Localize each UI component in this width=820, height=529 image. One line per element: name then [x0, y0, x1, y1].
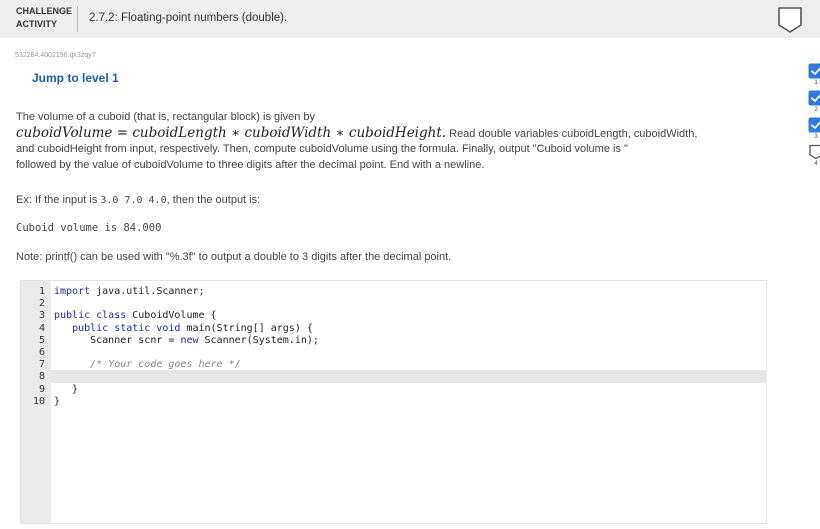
- sample-output: Cuboid volume is 84.000: [16, 222, 162, 234]
- code-text: main(String[] args) {: [180, 322, 313, 334]
- code-line[interactable]: import java.util.Scanner;: [54, 286, 205, 297]
- activity-type-line2: ACTIVITY: [16, 19, 58, 29]
- line-number: 6: [38, 347, 45, 358]
- active-line-highlight: [51, 370, 767, 383]
- level-number: 1: [814, 80, 818, 86]
- prompt-intro: The volume of a cuboid (that is, rectang…: [16, 111, 315, 123]
- code-keyword: import: [54, 286, 91, 297]
- example-line: Ex: If the input is 3.0 7.0 4.0, then th…: [16, 194, 260, 206]
- code-line[interactable]: }: [54, 396, 60, 407]
- header-divider: [77, 6, 78, 32]
- example-input: 3.0 7.0 4.0: [100, 195, 167, 206]
- code-keyword: public static void: [72, 322, 181, 334]
- code-editor[interactable]: 1 import java.util.Scanner; 2 3 public class…: [20, 280, 767, 524]
- line-number: 10: [32, 395, 45, 407]
- line-number: 3: [38, 310, 45, 322]
- line-number: 2: [38, 298, 45, 310]
- line-number: 1: [38, 286, 45, 297]
- code-keyword: public class: [54, 310, 127, 322]
- code-text: }: [54, 383, 79, 395]
- completion-badge-icon: [777, 6, 803, 39]
- level-number: 2: [814, 107, 818, 113]
- prompt-formula-line: cuboidVolume = cuboidLength ∗ cuboidWidt…: [16, 124, 761, 143]
- prompt-instructions-b: and cuboidHeight from input, respectivel…: [16, 143, 628, 155]
- activity-type-label: CHALLENGE ACTIVITY: [16, 5, 72, 31]
- jump-to-level-link[interactable]: Jump to level 1: [32, 71, 119, 85]
- activity-title: 2.7.2: Floating-point numbers (double).: [89, 12, 288, 24]
- activity-header: CHALLENGE ACTIVITY 2.7.2: Floating-point…: [0, 0, 820, 38]
- example-prefix: Ex: If the input is: [16, 194, 101, 206]
- code-line[interactable]: public class CuboidVolume {: [54, 310, 217, 321]
- level-complete-icon[interactable]: [808, 63, 820, 79]
- code-text: CuboidVolume {: [126, 310, 217, 322]
- printf-note: Note: printf() can be used with "%.3f" t…: [16, 251, 452, 263]
- code-line[interactable]: /* Your code goes here */: [54, 359, 241, 370]
- code-line[interactable]: Scanner scnr = new Scanner(System.in);: [54, 335, 319, 346]
- code-line[interactable]: public static void main(String[] args) {: [54, 323, 313, 334]
- level-number: 3: [814, 134, 818, 140]
- code-text: }: [54, 395, 61, 407]
- level-complete-icon[interactable]: [808, 90, 820, 106]
- volume-formula: cuboidVolume = cuboidLength ∗ cuboidWidt…: [16, 124, 447, 141]
- level-number: 4: [814, 161, 818, 167]
- code-text: java.util.Scanner;: [90, 286, 205, 297]
- code-comment: /* Your code goes here */: [90, 359, 241, 371]
- line-number: 7: [38, 359, 45, 371]
- line-number: 5: [38, 334, 45, 346]
- prompt-instructions-a: Read double variables cuboidLength, cubo…: [446, 127, 698, 140]
- example-suffix: , then the output is:: [166, 194, 261, 206]
- line-number: 8: [38, 371, 45, 383]
- line-number: 4: [38, 322, 45, 334]
- line-number: 9: [38, 383, 45, 395]
- level-complete-icon[interactable]: [808, 117, 820, 133]
- problem-statement: The volume of a cuboid (that is, rectang…: [16, 110, 761, 173]
- level-incomplete-icon[interactable]: [808, 144, 820, 160]
- code-text: Scanner scnr =: [54, 334, 181, 346]
- activity-type-line1: CHALLENGE: [16, 6, 72, 16]
- activity-code-id: 532284.4002196.qx3zqy7: [15, 52, 96, 59]
- code-line[interactable]: }: [54, 384, 78, 395]
- code-keyword: new: [180, 334, 199, 346]
- prompt-instructions-c: followed by the value of cuboidVolume to…: [16, 158, 485, 171]
- code-text: Scanner(System.in);: [198, 334, 319, 346]
